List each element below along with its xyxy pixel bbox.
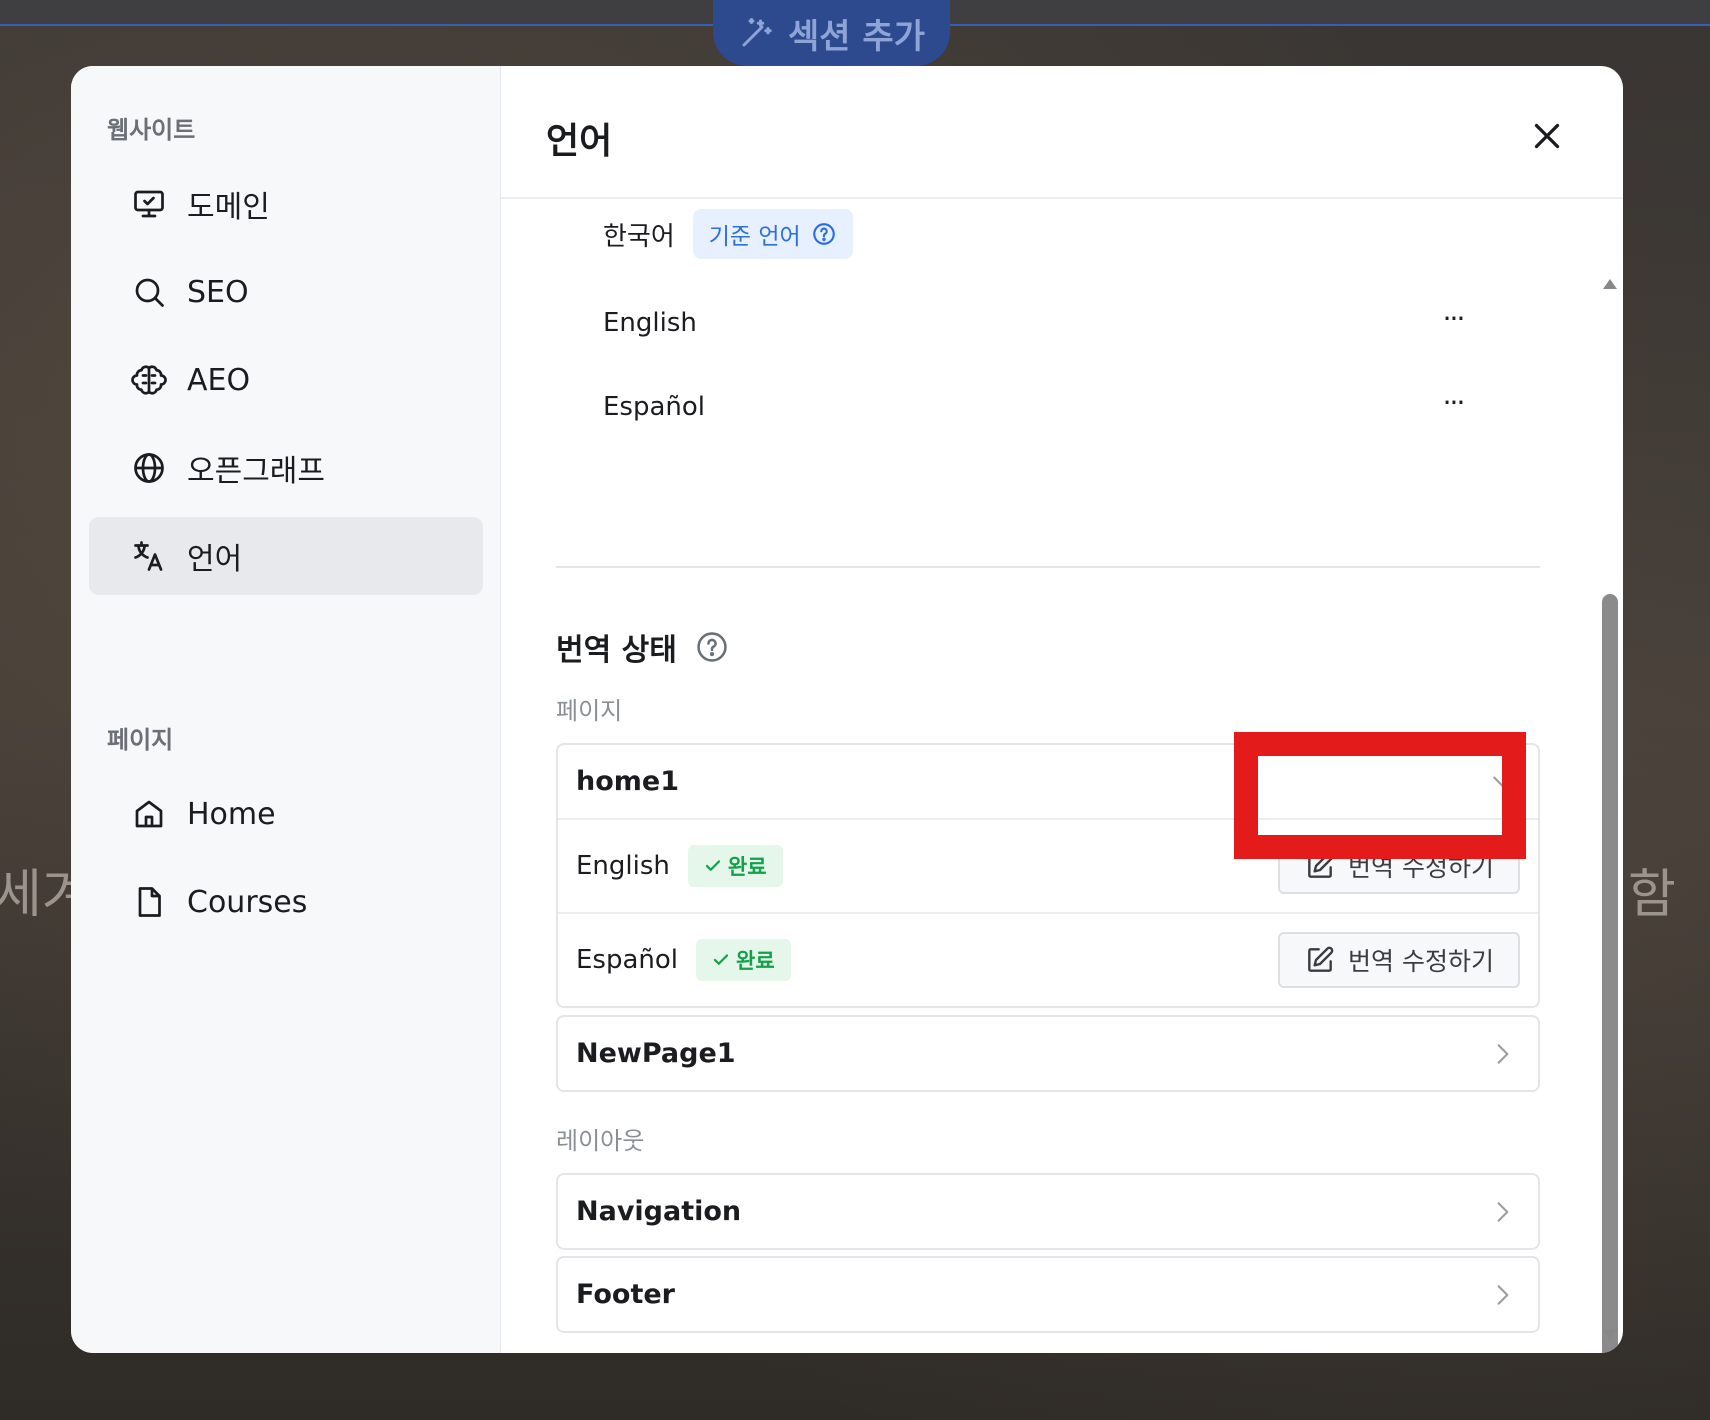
translation-row-spanish: Español 완료 번역 수정하기 xyxy=(558,912,1538,1006)
sidebar-item-label: 도메인 xyxy=(187,190,270,225)
sidebar-section-website: 웹사이트 xyxy=(107,116,196,144)
settings-modal: 웹사이트 도메인 SEO AEO 오픈그래프 언어 페이지 Home Cours… xyxy=(71,66,1623,1353)
search-icon xyxy=(135,278,164,307)
magic-wand-icon xyxy=(742,18,772,47)
scrollbar-thumb[interactable] xyxy=(1602,594,1618,1353)
chevron-right-icon xyxy=(1497,1044,1509,1064)
more-options-button[interactable]: ··· xyxy=(1433,298,1473,338)
language-settings-panel: 언어 한국어 기준 언어 English ··· Español ··· 번역 … xyxy=(501,66,1623,1353)
language-row-korean: 한국어 기준 언어 xyxy=(603,209,1473,259)
help-circle-icon[interactable] xyxy=(695,630,729,664)
status-badge: 완료 xyxy=(696,939,791,981)
sidebar-item-opengraph[interactable]: 오픈그래프 xyxy=(89,429,483,507)
status-badge-label: 완료 xyxy=(727,855,767,879)
sidebar-item-domain[interactable]: 도메인 xyxy=(89,165,483,243)
monitor-check-icon xyxy=(134,190,164,218)
page-card-header[interactable]: NewPage1 xyxy=(558,1017,1538,1090)
add-section-label: 섹션 추가 xyxy=(788,16,925,57)
language-name: English xyxy=(603,308,697,338)
sidebar-section-pages: 페이지 xyxy=(107,726,174,754)
more-options-button[interactable]: ··· xyxy=(1433,382,1473,422)
status-badge: 완료 xyxy=(687,845,783,887)
brain-icon xyxy=(131,365,167,395)
layouts-group-label: 레이아웃 xyxy=(556,1127,645,1155)
language-name: Español xyxy=(603,392,706,422)
page-title: 언어 xyxy=(546,121,613,162)
annotation-highlight-box xyxy=(1234,732,1526,859)
base-language-badge-label: 기준 언어 xyxy=(708,224,801,250)
sidebar-item-label: 언어 xyxy=(187,542,243,577)
check-icon xyxy=(705,860,721,871)
section-divider xyxy=(556,566,1540,568)
chevron-right-icon xyxy=(1497,1202,1509,1222)
translate-icon xyxy=(134,541,163,571)
panel-header: 언어 xyxy=(501,66,1623,199)
background-text-right: 함 xyxy=(1628,865,1676,925)
sidebar-item-courses[interactable]: Courses xyxy=(89,863,483,941)
sidebar-item-label: Courses xyxy=(187,884,308,920)
page-card-newpage1[interactable]: NewPage1 xyxy=(556,1015,1540,1092)
sidebar-item-label: Home xyxy=(187,796,276,832)
translation-status-title: 번역 상태 xyxy=(556,633,677,668)
add-section-button[interactable]: 섹션 추가 xyxy=(713,0,950,66)
base-language-badge: 기준 언어 xyxy=(692,209,853,259)
page-card-title: NewPage1 xyxy=(576,1038,736,1069)
language-name: 한국어 xyxy=(603,221,675,252)
page-card-title: home1 xyxy=(576,766,680,797)
close-icon[interactable] xyxy=(1529,118,1565,154)
settings-sidebar: 웹사이트 도메인 SEO AEO 오픈그래프 언어 페이지 Home Cours… xyxy=(71,66,501,1353)
translation-language: Español xyxy=(576,945,679,975)
help-circle-icon[interactable] xyxy=(811,221,837,247)
sidebar-item-language[interactable]: 언어 xyxy=(89,517,483,595)
scrollbar[interactable] xyxy=(1599,201,1621,1353)
sidebar-item-label: AEO xyxy=(187,362,251,398)
sidebar-item-aeo[interactable]: AEO xyxy=(89,341,483,419)
translation-status-heading: 번역 상태 xyxy=(556,625,729,669)
sidebar-item-label: 오픈그래프 xyxy=(187,454,325,489)
sidebar-item-label: SEO xyxy=(187,274,249,310)
edit-icon xyxy=(1308,946,1334,972)
layout-card-header[interactable]: Navigation xyxy=(558,1175,1538,1248)
language-row-english: English ··· xyxy=(603,298,1473,348)
translation-language: English xyxy=(576,851,670,881)
language-row-spanish: Español ··· xyxy=(603,382,1473,432)
sidebar-item-seo[interactable]: SEO xyxy=(89,253,483,331)
status-badge-label: 완료 xyxy=(736,949,775,973)
edit-translation-button[interactable]: 번역 수정하기 xyxy=(1278,932,1520,988)
sidebar-item-home[interactable]: Home xyxy=(89,775,483,853)
edit-translation-label: 번역 수정하기 xyxy=(1348,947,1494,976)
layout-card-footer[interactable]: Footer xyxy=(556,1256,1540,1333)
layout-card-header[interactable]: Footer xyxy=(558,1258,1538,1331)
check-icon xyxy=(713,954,729,965)
layout-card-title: Footer xyxy=(576,1279,675,1310)
globe-icon xyxy=(134,453,164,483)
chevron-right-icon xyxy=(1497,1285,1509,1305)
home-icon xyxy=(135,800,163,828)
scroll-up-arrow[interactable] xyxy=(1603,279,1617,289)
layout-card-navigation[interactable]: Navigation xyxy=(556,1173,1540,1250)
scroll-down-arrow[interactable] xyxy=(1603,1329,1617,1339)
pages-group-label: 페이지 xyxy=(556,697,623,725)
layout-card-title: Navigation xyxy=(576,1196,742,1227)
file-icon xyxy=(138,887,161,917)
